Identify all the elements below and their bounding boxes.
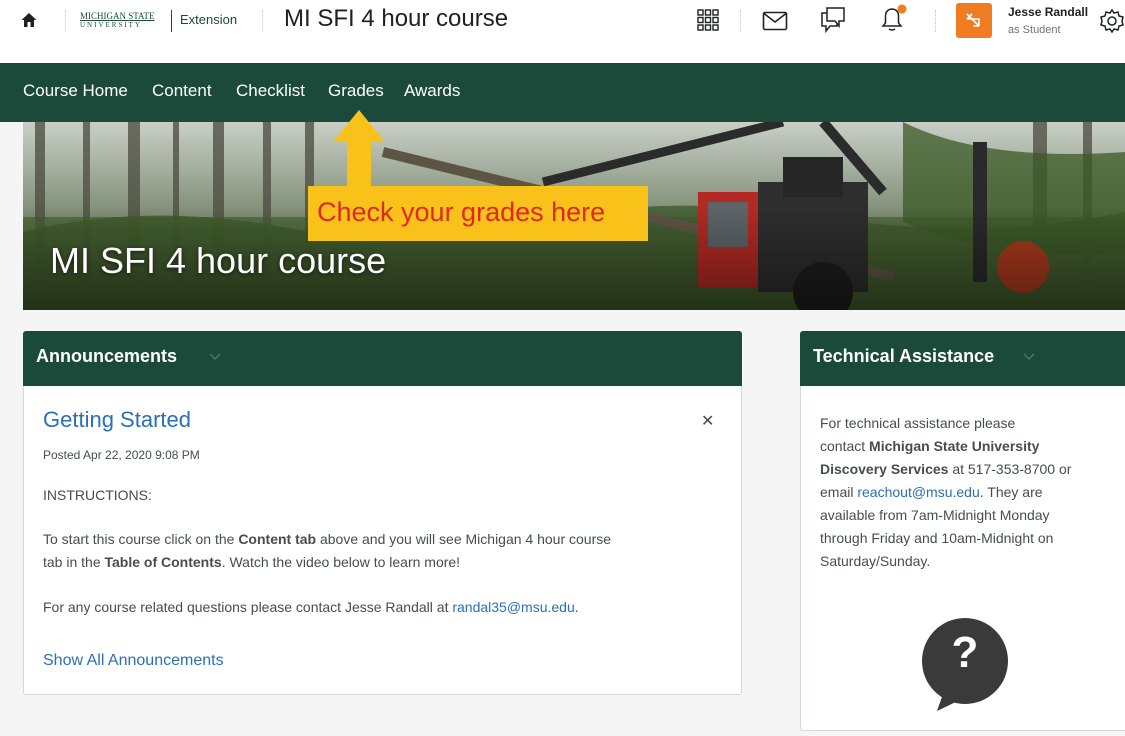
logo-extension[interactable]: Extension xyxy=(180,12,237,27)
logo-separator xyxy=(171,10,172,32)
announcement-paragraph-1: To start this course click on the Conten… xyxy=(43,531,612,571)
waffle-grid-icon[interactable] xyxy=(697,9,719,31)
role-switch-icon xyxy=(966,13,980,27)
help-question-mark: ? xyxy=(951,628,979,677)
divider xyxy=(935,10,936,32)
banner-title: MI SFI 4 hour course xyxy=(50,240,387,281)
announcement-date: Posted Apr 22, 2020 9:08 PM xyxy=(43,448,200,462)
email-link[interactable]: reachout@msu.edu xyxy=(857,484,979,500)
bell-icon[interactable] xyxy=(878,3,908,33)
announcement-title[interactable]: Getting Started xyxy=(43,407,191,433)
callout-text: Check your grades here xyxy=(317,197,606,227)
help-bubble-icon: ? xyxy=(915,616,1015,711)
nav-item-grades[interactable]: Grades xyxy=(328,81,384,101)
technical-assistance-header: Technical Assistance xyxy=(800,331,1125,386)
home-icon[interactable] xyxy=(20,11,38,29)
user-role: as Student xyxy=(1008,24,1061,36)
divider xyxy=(740,10,741,32)
divider xyxy=(65,10,66,32)
technical-assistance-title: Technical Assistance xyxy=(813,346,995,366)
msu-logo[interactable]: MICHIGAN STATE UNIVERSITY xyxy=(80,10,168,34)
nav-item-course-home[interactable]: Course Home xyxy=(23,81,128,101)
chat-icon[interactable] xyxy=(820,6,846,34)
close-icon[interactable]: ✕ xyxy=(701,411,714,431)
nav-item-checklist[interactable]: Checklist xyxy=(236,81,305,101)
user-name[interactable]: Jesse Randall xyxy=(1008,5,1088,19)
top-bar: MICHIGAN STATE UNIVERSITY Extension MI S… xyxy=(0,0,1125,63)
gear-icon[interactable] xyxy=(1099,8,1125,34)
grades-callout: Check your grades here xyxy=(308,186,648,241)
instructions-heading: INSTRUCTIONS: xyxy=(43,487,152,503)
show-all-announcements-link[interactable]: Show All Announcements xyxy=(43,652,224,670)
role-switch-button[interactable] xyxy=(956,3,992,38)
mail-icon[interactable] xyxy=(762,11,788,31)
technical-assistance-text: For technical assistance please contact … xyxy=(820,415,1072,569)
nav-item-awards[interactable]: Awards xyxy=(404,81,460,101)
chevron-down-icon[interactable] xyxy=(208,350,222,364)
nav-item-content[interactable]: Content xyxy=(152,81,212,101)
email-link[interactable]: randal35@msu.edu xyxy=(452,599,574,615)
announcements-header: Announcements xyxy=(23,331,742,386)
technical-assistance-widget: Technical Assistance For technical assis… xyxy=(800,331,1125,731)
chevron-down-icon[interactable] xyxy=(1022,350,1036,364)
course-navbar: Course Home Content Checklist Grades Awa… xyxy=(0,63,1125,122)
announcements-widget: Announcements Getting Started ✕ Posted A… xyxy=(23,331,742,695)
course-title[interactable]: MI SFI 4 hour course xyxy=(284,5,508,33)
divider xyxy=(262,10,263,32)
up-arrow-icon xyxy=(333,110,385,186)
announcement-paragraph-2: For any course related questions please … xyxy=(43,599,579,615)
announcements-title: Announcements xyxy=(36,346,178,366)
